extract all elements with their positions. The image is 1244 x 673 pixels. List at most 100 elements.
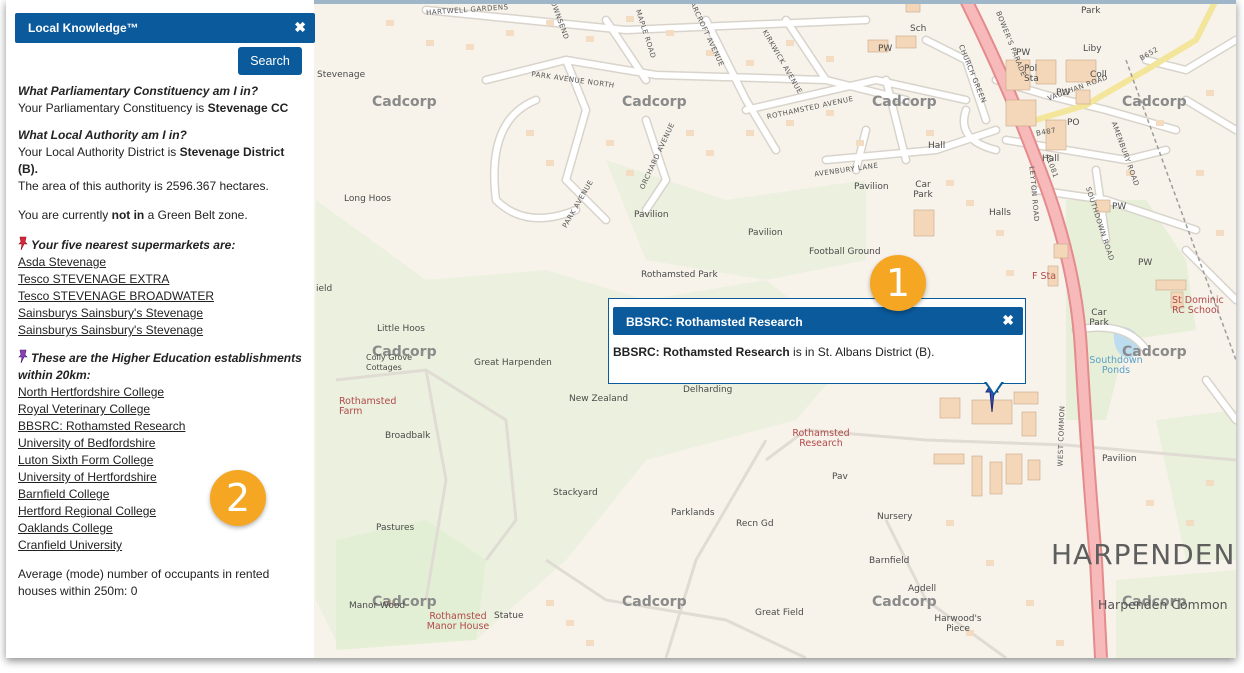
higher-ed-link[interactable]: North Hertfordshire College (18, 384, 306, 401)
map-watermark: Cadcorp (622, 94, 687, 110)
panel-title: Local Knowledge™ (28, 21, 139, 35)
popup-header: BBSRC: Rothamsted Research ✖ (613, 307, 1023, 335)
map-label: Pavilion (748, 228, 783, 238)
map-label: Pavilion (634, 210, 669, 220)
authority-question: What Local Authority am I in? (18, 128, 187, 142)
map-label: Car Park (1089, 308, 1109, 328)
supermarkets-heading: Your five nearest supermarkets are: (18, 236, 306, 254)
map-label: F Sta (1032, 271, 1057, 282)
supermarket-link[interactable]: Tesco STEVENAGE BROADWATER (18, 288, 306, 305)
map-label-rothamsted-farm: Rothamsted Farm (339, 396, 397, 417)
map-label-rothamsted-research: Rothamsted Research (792, 428, 850, 449)
map-label: Barnfield (869, 556, 910, 566)
feature-popup: BBSRC: Rothamsted Research ✖ BBSRC: Roth… (608, 298, 1026, 396)
map-label: Parklands (671, 508, 715, 518)
map-label: Pavilion (1102, 454, 1137, 464)
map-label-southdown-ponds: Southdown Ponds (1089, 355, 1143, 376)
map-label: PW (1138, 258, 1153, 268)
app-frame: Cadcorp Cadcorp Cadcorp Cadcorp Cadcorp … (6, 0, 1236, 658)
map-label: Little Hoos (377, 324, 425, 334)
higher-ed-heading-text: These are the Higher Education establish… (18, 351, 302, 382)
map-watermark: Cadcorp (872, 94, 937, 110)
popup-title: BBSRC: Rothamsted Research (626, 315, 803, 329)
supermarket-link[interactable]: Sainsburys Sainsbury's Stevenage (18, 305, 306, 322)
map-label: Halls (989, 208, 1011, 218)
constituency-prefix: Your Parliamentary Constituency is (18, 101, 208, 115)
supermarket-link[interactable]: Sainsburys Sainsbury's Stevenage (18, 322, 306, 339)
map-label: Nursery (877, 512, 913, 522)
higher-ed-link[interactable]: BBSRC: Rothamsted Research (18, 418, 306, 435)
map-label-colly-grove: Colly Grove Cottages (366, 353, 413, 372)
occupants-info: Average (mode) number of occupants in re… (18, 567, 270, 598)
map-label: Stevenage (317, 70, 366, 80)
greenbelt-prefix: You are currently (18, 208, 112, 222)
higher-ed-link[interactable]: University of Bedfordshire (18, 435, 306, 452)
map-label: Pastures (376, 523, 415, 533)
map-label: Great Field (755, 608, 804, 618)
map-label: Hall (928, 141, 946, 151)
map-town-label: HARPENDEN (1051, 538, 1236, 571)
map-label: Stackyard (553, 488, 598, 498)
map-label: Football Ground (809, 247, 881, 257)
map-watermark: Cadcorp (1122, 94, 1187, 110)
higher-ed-heading: These are the Higher Education establish… (18, 349, 306, 384)
authority-prefix: Your Local Authority District is (18, 145, 180, 159)
close-icon[interactable]: ✖ (294, 19, 306, 36)
map-watermark: Cadcorp (372, 94, 437, 110)
map-label: Harwood's Piece (934, 614, 982, 634)
greenbelt-value: not in (111, 208, 145, 222)
map-label: PW (1112, 202, 1127, 212)
constituency-value: Stevenage CC (207, 101, 289, 115)
authority-answer: Your Local Authority District is Stevena… (18, 144, 306, 178)
map-label: Park (1081, 6, 1101, 16)
higher-ed-link[interactable]: Luton Sixth Form College (18, 452, 306, 469)
map-label-st-dominic: St Dominic RC School (1172, 295, 1224, 316)
popup-tail-inner (986, 381, 1002, 393)
map-label: Long Hoos (344, 194, 392, 204)
popup-body-rest: is in St. Albans District (B). (789, 345, 935, 359)
map-label: Manor Wood (349, 601, 406, 611)
panel-body: What Parliamentary Constituency am I in?… (18, 83, 306, 600)
search-button[interactable]: Search (238, 47, 302, 75)
panel-header: Local Knowledge™ ✖ (15, 13, 315, 43)
supermarket-link[interactable]: Asda Stevenage (18, 254, 306, 271)
map-label: New Zealand (569, 394, 629, 404)
callout-badge-1: 1 (870, 255, 926, 311)
supermarket-list: Asda Stevenage Tesco STEVENAGE EXTRA Tes… (18, 254, 306, 339)
map-label: Recn Gd (736, 519, 774, 529)
callout-badge-2: 2 (210, 470, 266, 526)
higher-ed-link[interactable]: Royal Veterinary College (18, 401, 306, 418)
higher-ed-list: North Hertfordshire College Royal Veteri… (18, 384, 306, 554)
map-label: PO (1067, 118, 1080, 128)
map-label: Statue (494, 611, 524, 621)
popup-body-bold: BBSRC: Rothamsted Research (613, 345, 790, 359)
map-label: Car Park (913, 180, 933, 200)
map-label: Agdell (908, 584, 937, 594)
map-label: Rothamsted Park (641, 270, 718, 280)
higher-ed-link[interactable]: Cranfield University (18, 537, 306, 554)
map-label: PW (878, 44, 893, 54)
local-knowledge-panel: Local Knowledge™ ✖ Search What Parliamen… (6, 0, 315, 658)
supermarkets-heading-text: Your five nearest supermarkets are: (31, 238, 236, 252)
close-icon[interactable]: ✖ (1002, 312, 1014, 329)
map-label: Pavilion (854, 182, 889, 192)
higher-ed-link[interactable]: University of Hertfordshire (18, 469, 306, 486)
map-label: Broadbalk (385, 431, 431, 441)
map-watermark: Cadcorp (872, 594, 937, 610)
popup-body: BBSRC: Rothamsted Research is in St. Alb… (613, 345, 934, 359)
constituency-question: What Parliamentary Constituency am I in? (18, 84, 259, 98)
authority-area: The area of this authority is 2596.367 h… (18, 179, 269, 193)
greenbelt-suffix: a Green Belt zone. (144, 208, 248, 222)
map-label: ield (316, 284, 333, 294)
map-label: Delharding (683, 385, 733, 395)
purple-pushpin-icon (18, 349, 28, 363)
supermarket-link[interactable]: Tesco STEVENAGE EXTRA (18, 271, 306, 288)
map-label: Pav (832, 472, 848, 482)
map-label: Great Harpenden (474, 358, 552, 368)
map-label-rothamsted-manor: Rothamsted Manor House (426, 611, 490, 632)
map-watermark: Cadcorp (622, 594, 687, 610)
higher-ed-link[interactable]: Oaklands College (18, 520, 306, 537)
map-label: Sch (910, 24, 927, 34)
constituency-answer: Your Parliamentary Constituency is Steve… (18, 100, 306, 117)
map-label-harpenden-common: Harpenden Common (1098, 597, 1228, 612)
